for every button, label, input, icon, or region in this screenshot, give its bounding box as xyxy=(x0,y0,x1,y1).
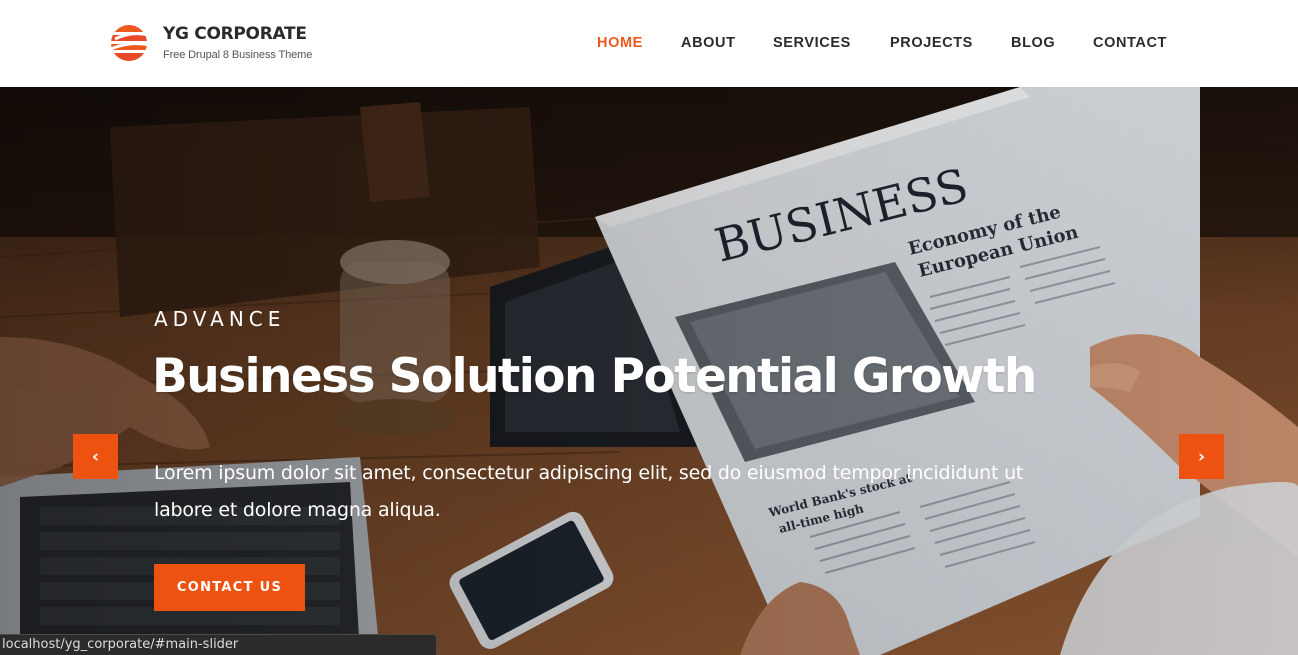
nav-item-services[interactable]: SERVICES xyxy=(773,35,851,51)
chevron-left-icon: ‹ xyxy=(91,446,99,467)
slide-description-line-1: Lorem ipsum dolor sit amet, consectetur … xyxy=(154,462,1024,484)
contact-us-button[interactable]: CONTACT US xyxy=(154,564,305,611)
browser-status-bar: localhost/yg_corporate/#main-slider xyxy=(0,634,437,655)
main-slider: BUSINESS Economy of the European Union xyxy=(0,87,1298,655)
nav-item-projects[interactable]: PROJECTS xyxy=(890,35,973,51)
slide-description: Lorem ipsum dolor sit amet, consectetur … xyxy=(154,455,1144,529)
nav-item-blog[interactable]: BLOG xyxy=(1011,35,1055,51)
brand-tagline: Free Drupal 8 Business Theme xyxy=(163,49,313,61)
nav-item-home[interactable]: HOME xyxy=(597,35,643,51)
site-header: YG CORPORATE Free Drupal 8 Business Them… xyxy=(0,0,1298,87)
slide-title: Business Solution Potential Growth xyxy=(152,349,1037,404)
striped-globe-icon xyxy=(110,25,152,61)
nav-item-contact[interactable]: CONTACT xyxy=(1093,35,1167,51)
main-navigation: HOME ABOUT SERVICES PROJECTS BLOG CONTAC… xyxy=(580,35,1180,55)
brand-name: YG CORPORATE xyxy=(163,24,307,44)
slide-eyebrow: ADVANCE xyxy=(154,307,286,331)
status-bar-url: localhost/yg_corporate/#main-slider xyxy=(2,637,239,652)
chevron-right-icon: › xyxy=(1197,446,1205,467)
slide-description-line-2: labore et dolore magna aliqua. xyxy=(154,499,441,521)
slider-prev-button[interactable]: ‹ xyxy=(73,434,118,479)
nav-item-about[interactable]: ABOUT xyxy=(681,35,736,51)
site-logo[interactable]: YG CORPORATE Free Drupal 8 Business Them… xyxy=(109,21,313,67)
slider-next-button[interactable]: › xyxy=(1179,434,1224,479)
